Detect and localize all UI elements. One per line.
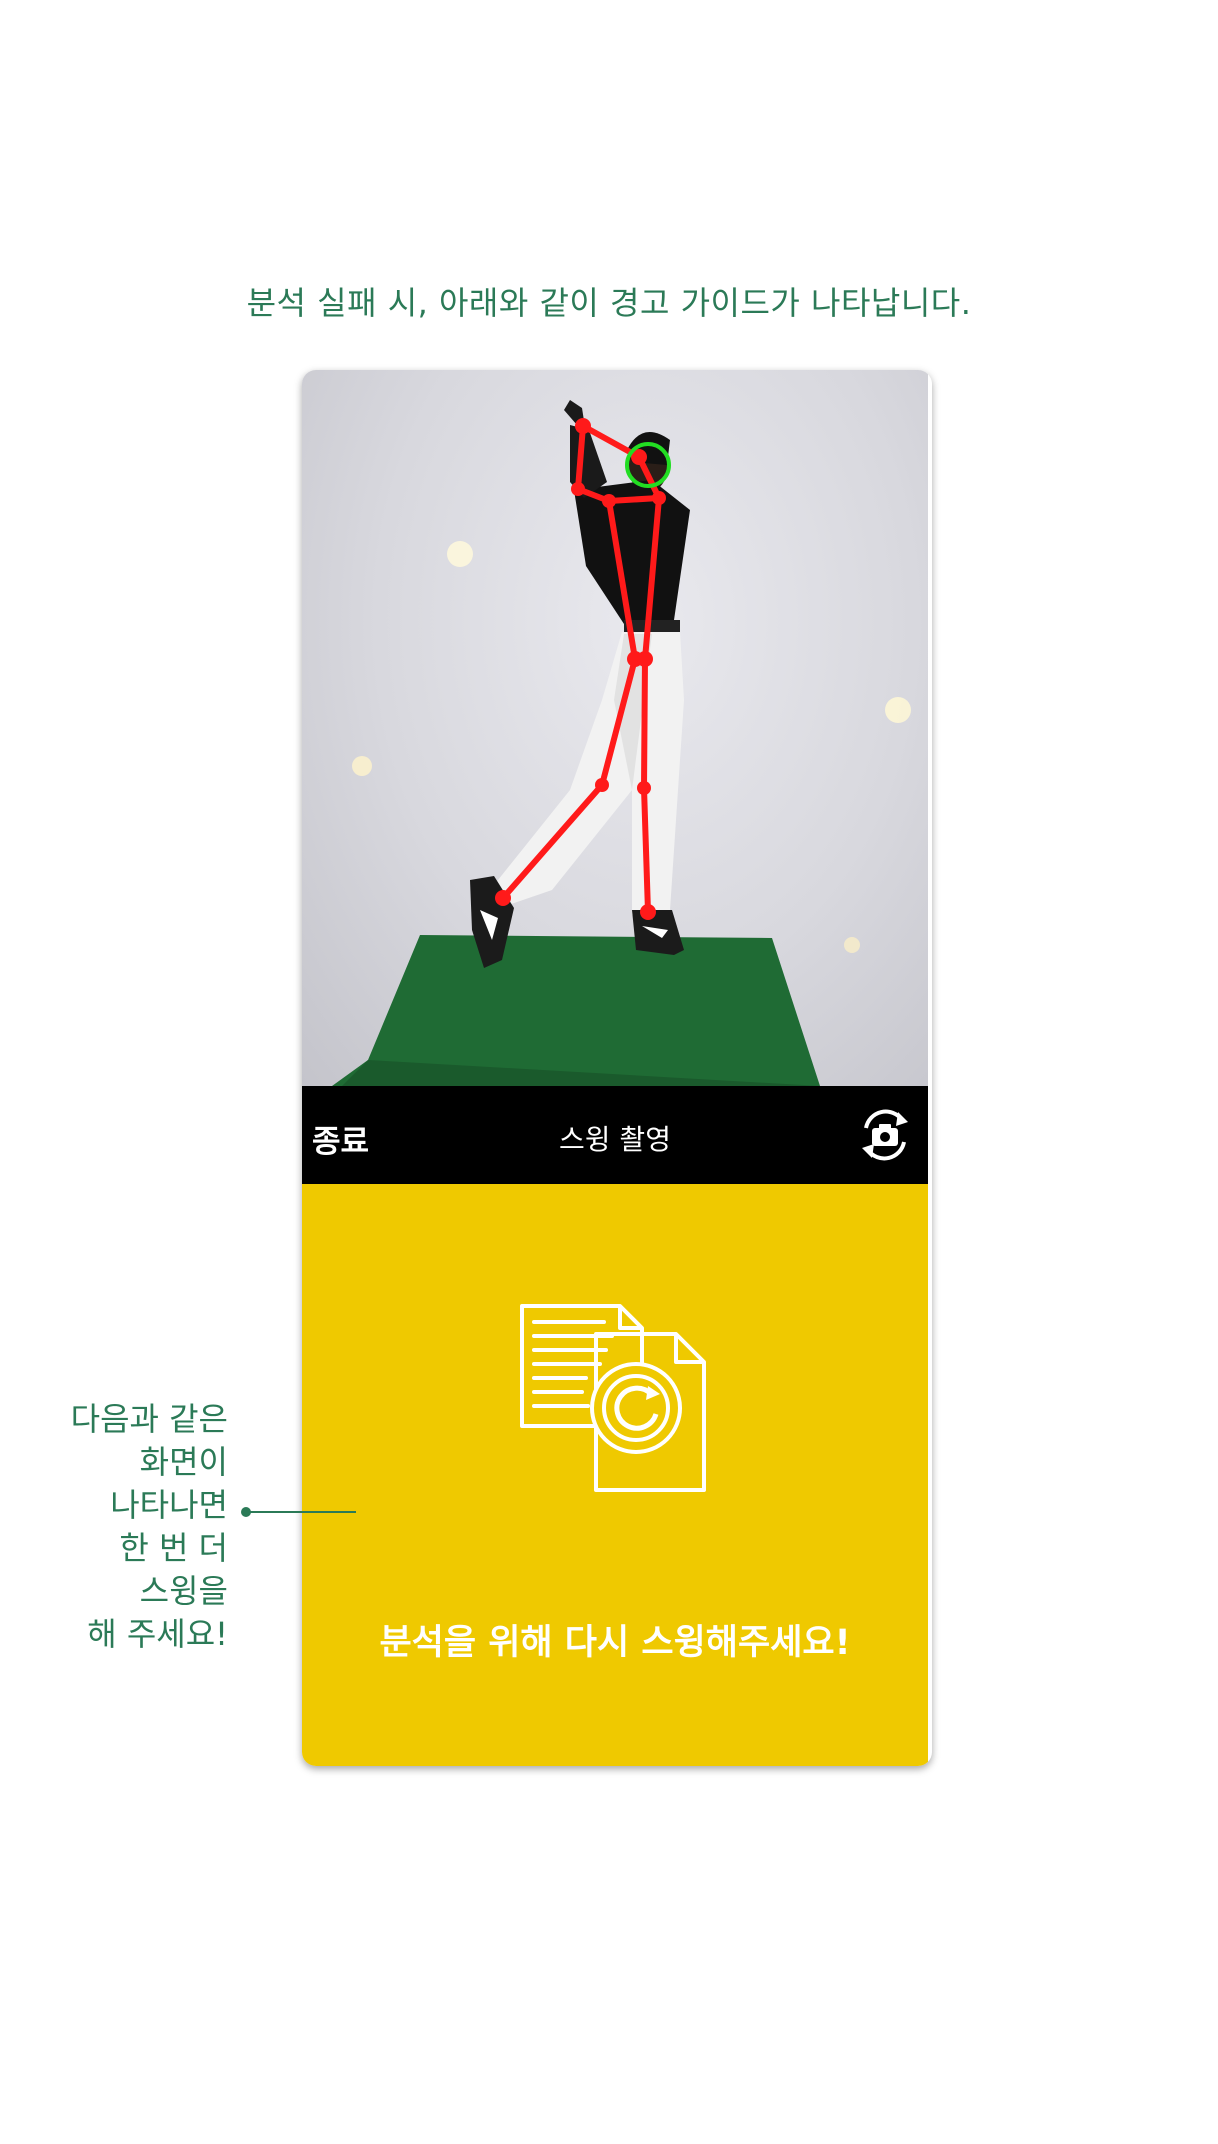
guide-title: 분석 실패 시, 아래와 같이 경고 가이드가 나타납니다. [246,284,972,322]
side-note-line: 나타나면 [110,1486,228,1524]
pose-overlay [332,400,911,1086]
side-note-line: 해 주세요! [87,1615,228,1653]
side-note-line: 스윙을 [139,1572,228,1610]
phone-screen: 종료 스윙 촬영 분석을 위해 다시 스윙해주세요! [302,370,932,1766]
warning-panel: 분석을 위해 다시 스윙해주세요! [302,1184,928,1766]
side-note-line: 한 번 더 [119,1529,228,1567]
camera-switch-icon[interactable] [852,1102,918,1168]
camera-preview [302,370,928,1086]
screen-title: 스윙 촬영 [559,1123,671,1156]
callout-connector [241,1507,356,1517]
retry-message: 분석을 위해 다시 스윙해주세요! [379,1623,851,1663]
document-refresh-icon [516,1302,712,1498]
side-note: 다음과 같은 화면이 나타나면 한 번 더 스윙을 해 주세요! [71,1398,228,1656]
side-note-line: 다음과 같은 [70,1400,228,1438]
side-note-line: 화면이 [139,1443,228,1481]
capture-toolbar: 종료 스윙 촬영 [302,1086,928,1184]
